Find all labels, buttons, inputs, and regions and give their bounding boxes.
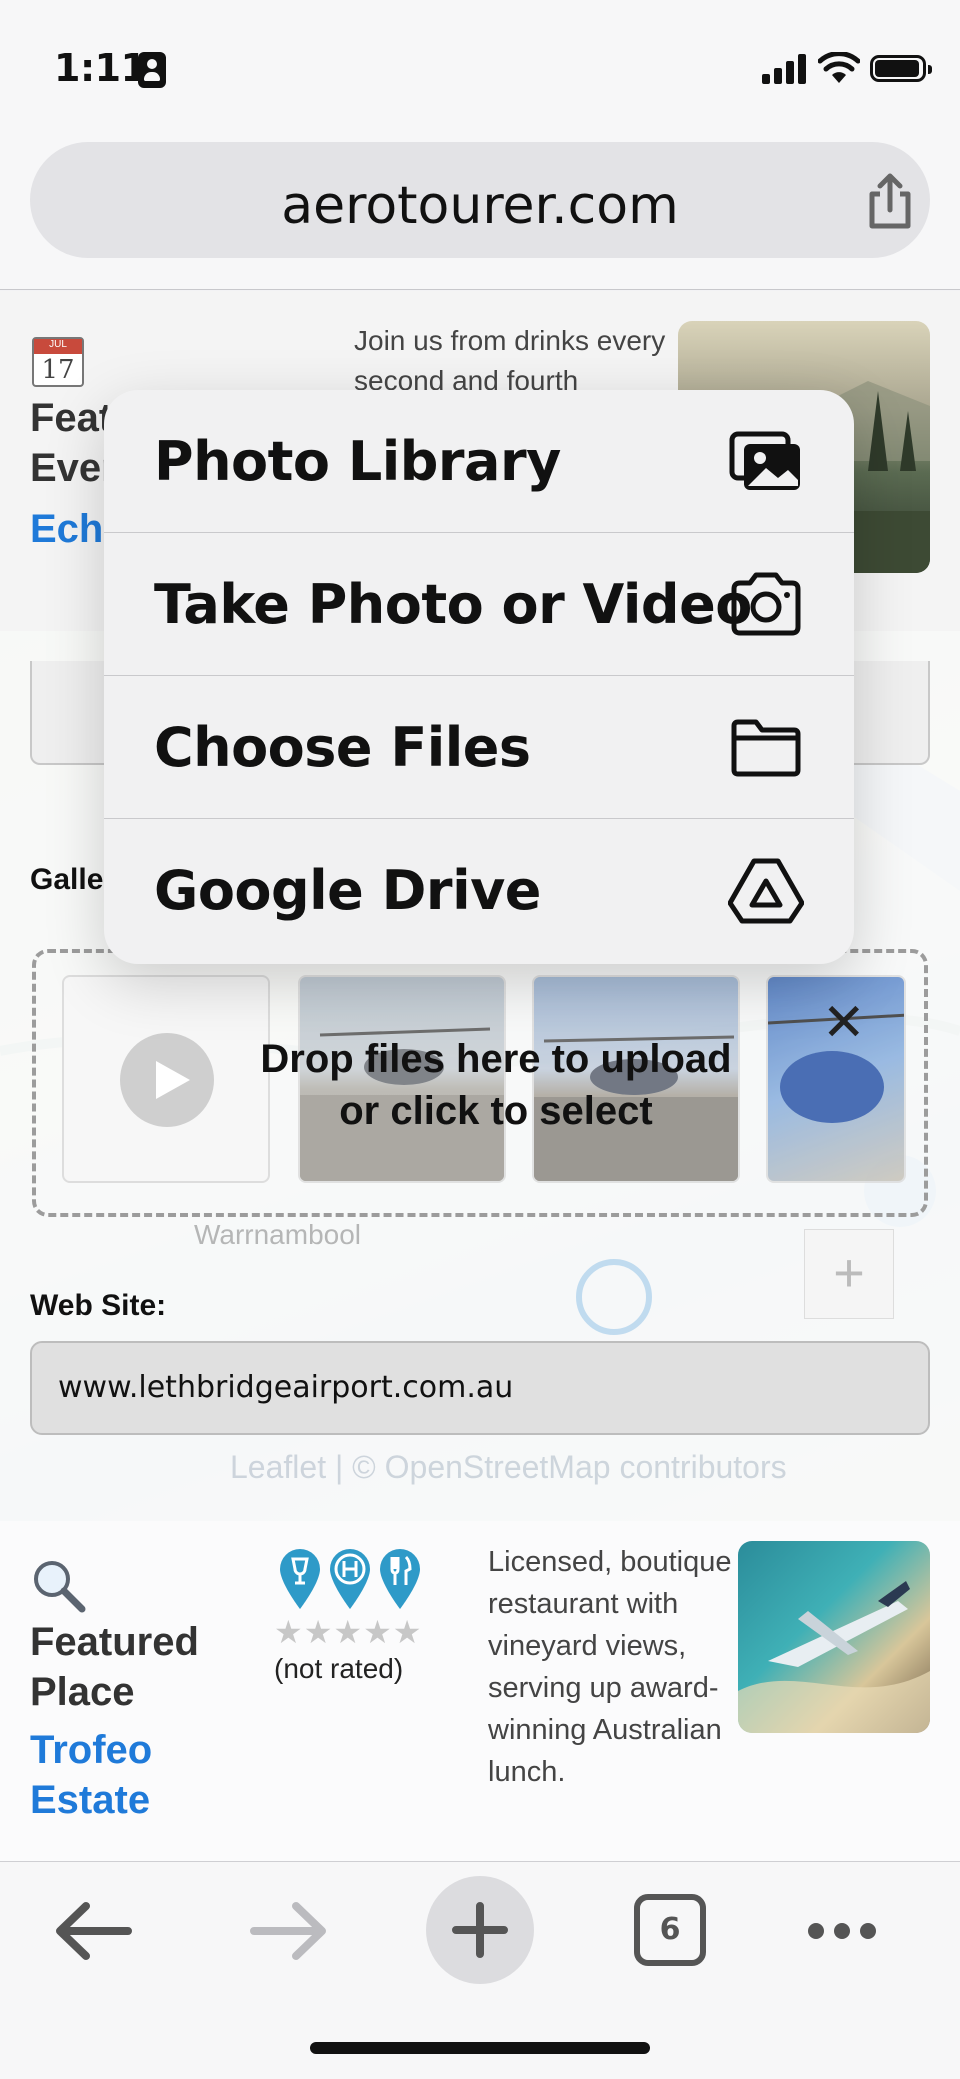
tab-count: 6	[634, 1894, 706, 1966]
menu-item-photo-library[interactable]: Photo Library	[104, 390, 854, 533]
browser-address-area: aerotourer.com	[0, 130, 960, 290]
home-indicator[interactable]	[310, 2042, 650, 2054]
more-options-icon[interactable]	[790, 1876, 900, 1986]
url-text[interactable]: aerotourer.com	[30, 176, 930, 236]
remove-file-close-icon[interactable]: ✕	[822, 993, 866, 1053]
featured-place-title: Featured Place	[30, 1620, 199, 1714]
tabs-button[interactable]: 6	[618, 1876, 728, 1986]
map-zoom-in-button[interactable]: +	[804, 1229, 894, 1319]
amenity-pins	[280, 1549, 420, 1609]
battery-icon	[870, 55, 932, 82]
featured-event-description: Join us from drinks every second and fou…	[354, 325, 666, 396]
menu-item-google-drive[interactable]: Google Drive	[104, 819, 854, 962]
focus-person-icon	[138, 52, 166, 88]
map-attribution[interactable]: Leaflet | © OpenStreetMap contributors	[230, 1449, 787, 1486]
featured-place-photo[interactable]	[738, 1541, 930, 1733]
play-icon[interactable]	[120, 1033, 214, 1127]
menu-item-choose-files[interactable]: Choose Files	[104, 676, 854, 819]
back-arrow-icon[interactable]	[40, 1876, 150, 1986]
new-tab-button[interactable]	[426, 1876, 534, 1984]
dropzone-message[interactable]: Drop files here to upload or click to se…	[236, 1033, 756, 1137]
featured-place-description: Licensed, boutique restaurant with viney…	[488, 1546, 732, 1788]
menu-item-label[interactable]: Photo Library	[154, 430, 561, 493]
google-drive-icon	[728, 858, 804, 924]
website-label: Web Site:	[30, 1289, 167, 1322]
menu-item-take-photo[interactable]: Take Photo or Video	[104, 533, 854, 676]
wifi-icon	[818, 52, 860, 83]
forward-arrow-icon[interactable]	[232, 1876, 342, 1986]
menu-item-label[interactable]: Choose Files	[154, 716, 531, 779]
calendar-day: 17	[41, 355, 75, 385]
cellular-signal-icon	[762, 54, 806, 84]
featured-place-card: Featured Place Trofeo Estate ★★★★★ (not …	[0, 1521, 960, 1861]
share-icon[interactable]	[858, 170, 922, 234]
address-bar[interactable]: aerotourer.com	[30, 142, 930, 258]
map-town-label: Warrnambool	[194, 1219, 362, 1250]
browser-toolbar: 6	[0, 1861, 960, 2079]
wine-pin-icon	[280, 1549, 320, 1609]
calendar-month: JUL	[34, 339, 82, 354]
restaurant-pin-icon	[380, 1549, 420, 1609]
folder-icon	[731, 719, 801, 777]
camera-icon	[731, 572, 801, 636]
map-airport-marker-icon[interactable]	[576, 1259, 652, 1335]
file-source-menu: Photo Library Take Photo or Video Choose…	[104, 390, 854, 964]
rating-text: (not rated)	[274, 1653, 404, 1684]
hotel-pin-icon	[330, 1549, 370, 1609]
website-field[interactable]: www.lethbridgeairport.com.au	[30, 1341, 930, 1435]
calendar-icon: JUL 17	[32, 337, 84, 387]
status-time: 1:11	[54, 46, 147, 90]
rating-stars: ★★★★★	[274, 1613, 423, 1651]
plus-icon	[452, 1902, 508, 1958]
menu-item-label[interactable]: Google Drive	[154, 859, 541, 922]
featured-place-link[interactable]: Trofeo Estate	[30, 1725, 230, 1825]
status-bar: 1:11	[0, 0, 960, 130]
photo-library-icon	[729, 431, 800, 490]
aircraft-image	[738, 1581, 930, 1733]
file-dropzone[interactable]: Drop files here to upload or click to se…	[32, 949, 928, 1217]
menu-item-label[interactable]: Take Photo or Video	[154, 573, 752, 636]
magnifier-icon	[34, 1561, 86, 1613]
